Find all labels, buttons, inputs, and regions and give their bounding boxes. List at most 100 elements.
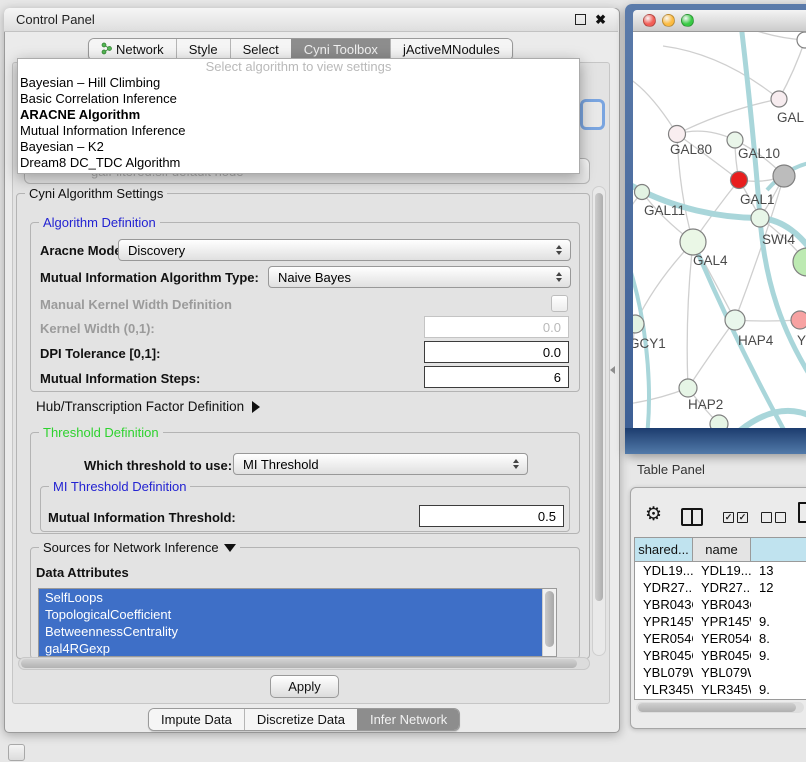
tab-discretize-data[interactable]: Discretize Data — [244, 709, 357, 730]
select-all-checkbox-icon[interactable]: ✓ — [723, 512, 734, 523]
table-cell[interactable]: 13 — [751, 563, 806, 578]
table-row[interactable]: YDR27...YDR27...12 — [635, 579, 806, 596]
table-cell[interactable]: YER054C — [693, 631, 751, 646]
network-node[interactable] — [773, 165, 795, 187]
table-cell[interactable]: YBR045C — [635, 648, 693, 663]
aracne-mode-combo[interactable]: Discovery — [118, 239, 571, 261]
data-attributes-list[interactable]: SelfLoopsTopologicalCoefficientBetweenne… — [38, 588, 557, 657]
table-cell[interactable]: YBR043C — [693, 597, 751, 612]
column-header-name[interactable]: name — [693, 538, 751, 561]
table-cell[interactable]: YDR27... — [635, 580, 693, 595]
table-cell[interactable]: YDL19... — [635, 563, 693, 578]
algorithm-option-dream8-dc-tdc-algorithm[interactable]: Dream8 DC_TDC Algorithm — [18, 155, 579, 171]
table-cell[interactable]: 9. — [751, 682, 806, 697]
network-node-gal80[interactable] — [669, 126, 686, 143]
table-cell[interactable]: 12 — [751, 580, 806, 595]
new-table-file-icon[interactable] — [798, 502, 806, 523]
tab-infer-network[interactable]: Infer Network — [357, 709, 459, 730]
select-all-checkbox-icon[interactable]: ✓ — [737, 512, 748, 523]
split-pane-handle-icon[interactable] — [610, 366, 615, 374]
table-cell[interactable]: YLR345W — [693, 682, 751, 697]
network-node[interactable] — [793, 248, 806, 276]
table-cell[interactable]: 9 — [751, 699, 806, 700]
table-cell[interactable]: 8. — [751, 631, 806, 646]
column-header-shared[interactable]: shared... — [635, 538, 693, 561]
algorithm-option-bayesian-k2[interactable]: Bayesian – K2 — [18, 139, 579, 155]
panel-corner-button[interactable] — [8, 744, 25, 761]
deselect-all-checkbox-icon[interactable] — [775, 512, 786, 523]
manual-kernel-width-checkbox[interactable] — [551, 295, 568, 312]
table-row[interactable]: YDL19...YDL19...13 — [635, 562, 806, 579]
network-node-hap2[interactable] — [679, 379, 697, 397]
table-row[interactable]: YBL079WYBL079W — [635, 664, 806, 681]
settings-vertical-scrollbar-thumb[interactable] — [595, 193, 603, 601]
tab-impute-data[interactable]: Impute Data — [149, 709, 244, 730]
network-node-gal4[interactable] — [680, 229, 706, 255]
tab-cyni-toolbox[interactable]: Cyni Toolbox — [291, 39, 390, 60]
zoom-traffic-light-icon[interactable] — [681, 14, 694, 27]
algorithm-option-basic-correlation-inference[interactable]: Basic Correlation Inference — [18, 91, 579, 107]
table-row[interactable]: YBR045CYBR045C9. — [635, 647, 806, 664]
tab-style[interactable]: Style — [176, 39, 230, 60]
network-node-gal11[interactable] — [635, 185, 650, 200]
close-traffic-light-icon[interactable] — [643, 14, 656, 27]
tab-network[interactable]: Network — [89, 39, 176, 60]
sources-group-title[interactable]: Sources for Network Inference — [39, 540, 240, 555]
table-cell[interactable]: 9. — [751, 614, 806, 629]
network-combo-fragment[interactable] — [580, 99, 605, 130]
tab-jactivemnodules[interactable]: jActiveMNodules — [390, 39, 512, 60]
mi-threshold-field[interactable]: 0.5 — [419, 505, 564, 527]
table-row[interactable]: YBR043CYBR043C — [635, 596, 806, 613]
hub-definition-expander[interactable]: Hub/Transcription Factor Definition — [36, 399, 260, 414]
network-node-gal[interactable] — [771, 91, 787, 107]
algorithm-option-aracne-algorithm[interactable]: ARACNE Algorithm — [18, 107, 579, 123]
control-panel-titlebar[interactable]: Control Panel ✖ — [4, 8, 618, 32]
table-row[interactable]: YPR145WYPR145W9. — [635, 613, 806, 630]
algorithm-option-bayesian-hill-climbing[interactable]: Bayesian – Hill Climbing — [18, 75, 579, 91]
table-cell[interactable]: YDR27... — [693, 580, 751, 595]
table-row[interactable]: YLR345WYLR345W9. — [635, 681, 806, 698]
table-cell[interactable]: YBR043C — [635, 597, 693, 612]
table-columns-icon[interactable] — [681, 508, 703, 526]
table-cell[interactable]: YBR045C — [693, 648, 751, 663]
settings-vertical-scrollbar[interactable] — [592, 186, 606, 656]
algorithm-option-mutual-information-inference[interactable]: Mutual Information Inference — [18, 123, 579, 139]
float-window-icon[interactable] — [575, 14, 586, 25]
mi-steps-field[interactable]: 6 — [424, 366, 569, 388]
table-cell[interactable]: YER054C — [635, 631, 693, 646]
table-cell[interactable]: YLR345W — [635, 682, 693, 697]
minimize-traffic-light-icon[interactable] — [662, 14, 675, 27]
attribute-item-selfloops[interactable]: SelfLoops — [39, 589, 543, 606]
close-window-icon[interactable]: ✖ — [595, 13, 606, 26]
network-window-titlebar[interactable] — [633, 10, 806, 32]
list-scrollbar[interactable] — [542, 589, 556, 656]
network-node-swi4[interactable] — [751, 209, 769, 227]
column-header-clipped[interactable] — [751, 538, 806, 561]
table-cell[interactable]: YDL19... — [693, 563, 751, 578]
table-cell[interactable]: YBL079W — [693, 665, 751, 680]
apply-button[interactable]: Apply — [270, 675, 339, 698]
deselect-all-checkbox-icon[interactable] — [761, 512, 772, 523]
table-cell[interactable]: YIL052C — [693, 699, 751, 700]
mi-algorithm-type-combo[interactable]: Naive Bayes — [268, 266, 571, 288]
table-cell[interactable]: YBL079W — [635, 665, 693, 680]
table-cell[interactable]: YPR145W — [635, 614, 693, 629]
network-node-gal1[interactable] — [731, 172, 748, 189]
table-row[interactable]: YIL052CYIL052C9 — [635, 698, 806, 700]
network-node-y[interactable] — [791, 311, 806, 329]
which-threshold-combo[interactable]: MI Threshold — [233, 453, 528, 475]
tab-select[interactable]: Select — [230, 39, 291, 60]
table-horizontal-scrollbar-thumb[interactable] — [638, 703, 796, 712]
table-row[interactable]: YER054CYER054C8. — [635, 630, 806, 647]
network-node-hap4[interactable] — [725, 310, 745, 330]
attribute-item-topologicalcoefficient[interactable]: TopologicalCoefficient — [39, 606, 543, 623]
attribute-item-gal4rgexp[interactable]: gal4RGexp — [39, 640, 543, 657]
attribute-item-betweennesscentrality[interactable]: BetweennessCentrality — [39, 623, 543, 640]
kernel-width-field[interactable]: 0.0 — [424, 316, 569, 338]
network-node[interactable] — [797, 32, 806, 48]
list-scrollbar-thumb[interactable] — [545, 591, 554, 647]
network-node[interactable] — [710, 415, 728, 428]
settings-horizontal-scrollbar[interactable] — [18, 657, 590, 670]
table-cell[interactable]: YIL052C — [635, 699, 693, 700]
table-cell[interactable]: 9. — [751, 648, 806, 663]
